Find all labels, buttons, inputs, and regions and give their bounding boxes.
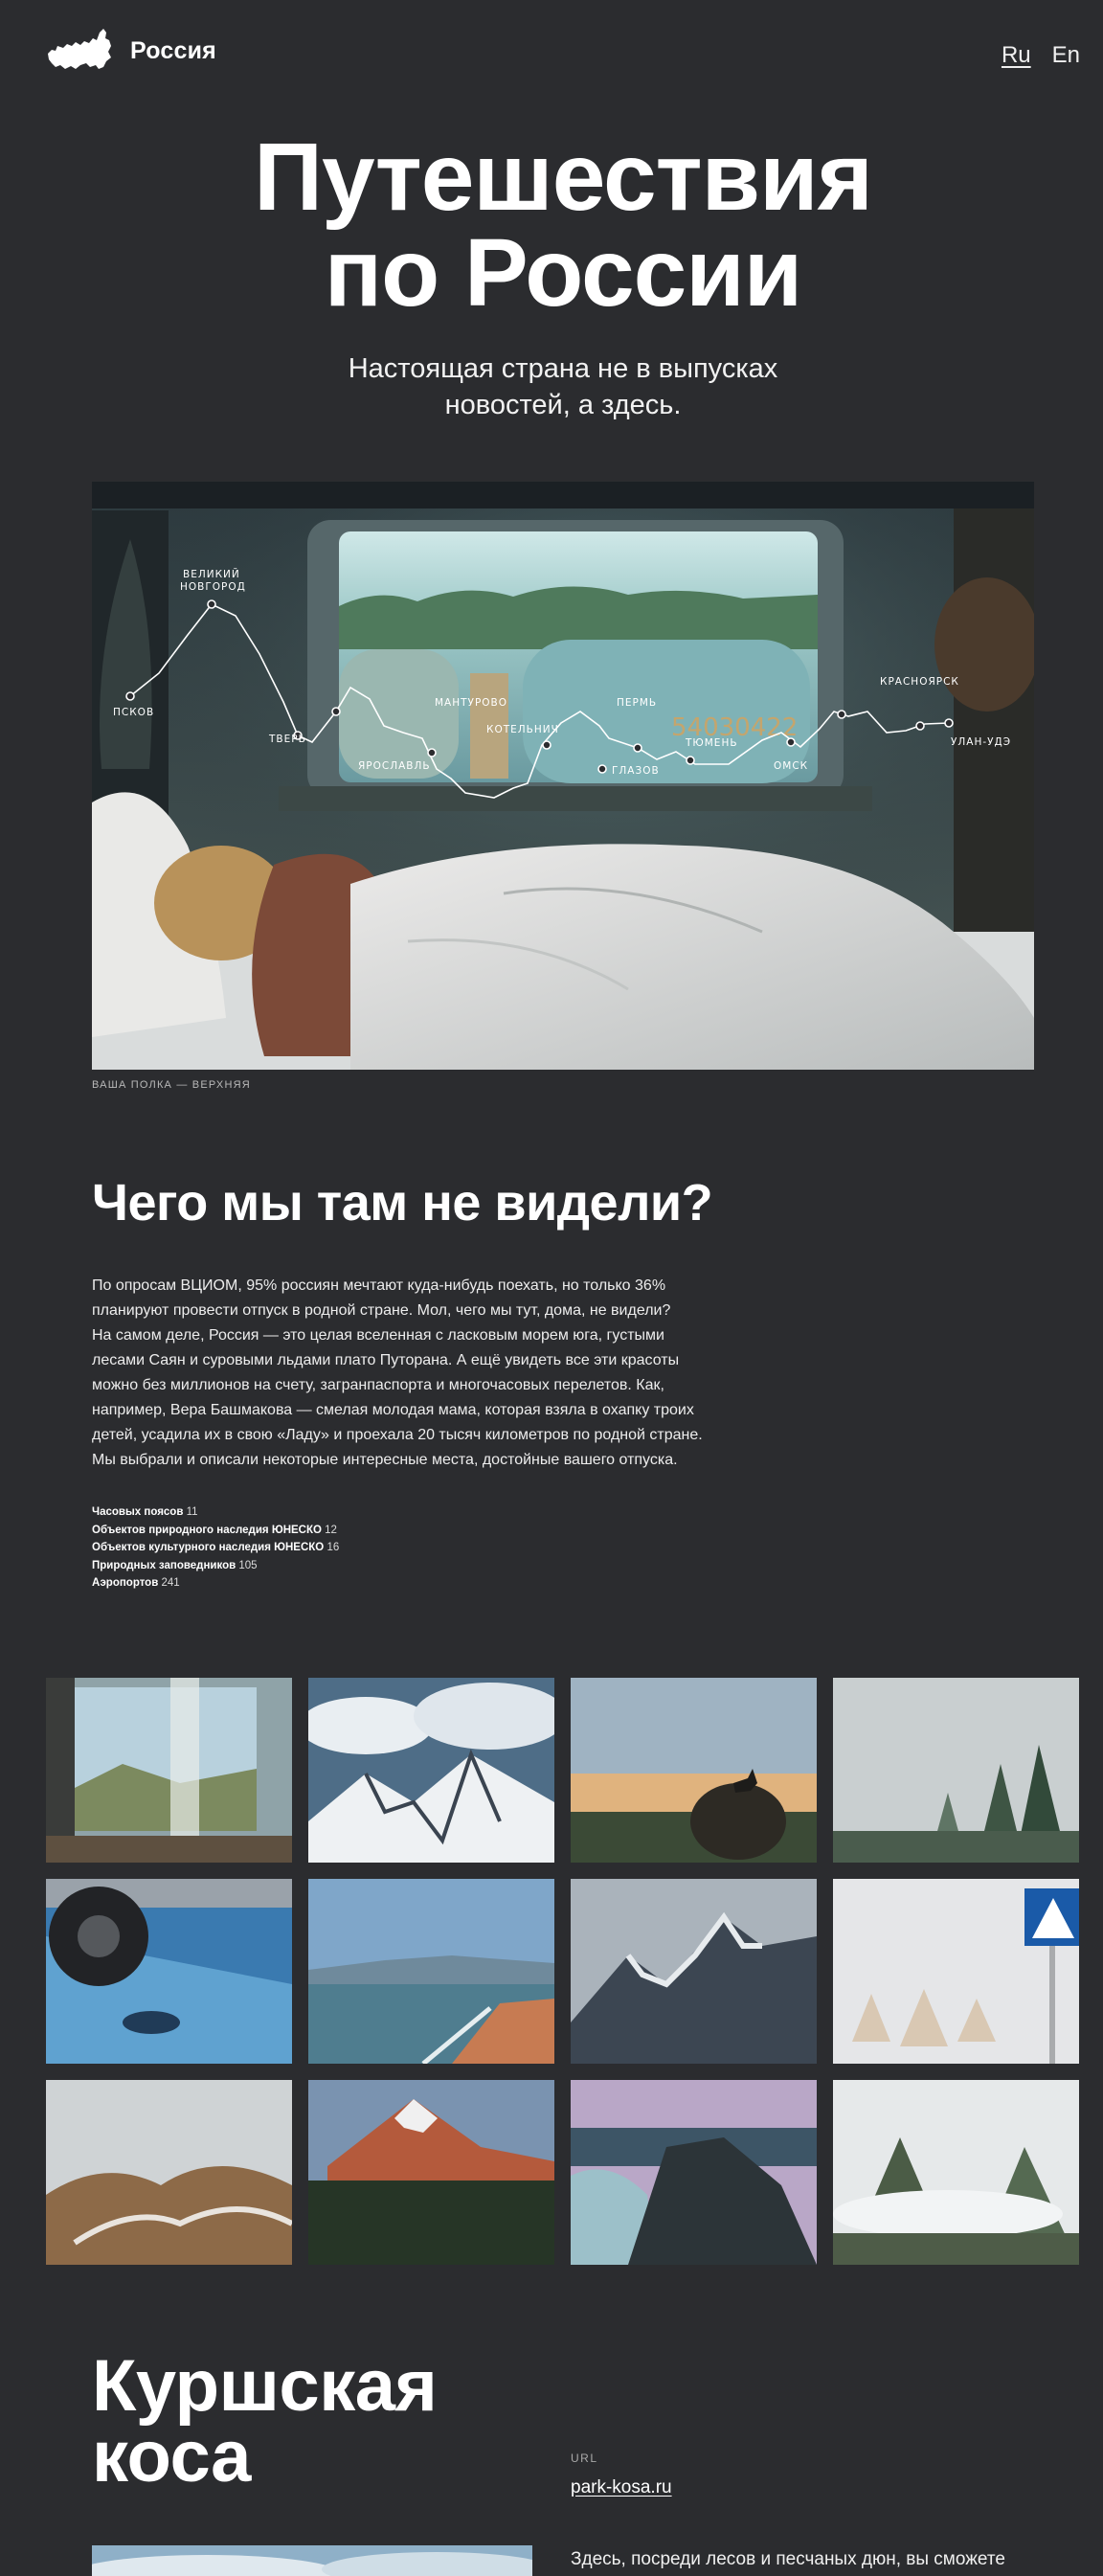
hero-photo-train-compartment: 54030422 ПСКОВ ВЕЛИКИЙ НОВГОРОД ТВЕРЬ ЯР… (92, 482, 1034, 1070)
gallery-photo-image (308, 2080, 554, 2265)
about-line: Мы выбрали и описали некоторые интересны… (92, 1452, 678, 1468)
gallery-photo-car-wheel-ice[interactable] (46, 1879, 292, 2064)
stat-item: Объектов культурного наследия ЮНЕСКО 16 (92, 1539, 339, 1557)
lang-en-link[interactable]: En (1052, 42, 1080, 69)
route-label-krasnoyarsk: КРАСНОЯРСК (880, 676, 959, 688)
route-label-glazov: ГЛАЗОВ (612, 765, 660, 777)
route-label-velikiy: ВЕЛИКИЙ (183, 568, 240, 580)
stat-label: Аэропортов (92, 1577, 159, 1589)
route-label-omsk: ОМСК (774, 760, 808, 772)
gallery-photo-crosswalk-sign[interactable] (833, 1879, 1079, 2064)
stat-item: Аэропортов 241 (92, 1574, 339, 1593)
stat-value: 241 (161, 1577, 180, 1589)
hero-title-line2: по России (324, 219, 802, 327)
gallery-photo-image (46, 2080, 292, 2265)
gallery-photo-snowy-peaks-clouds[interactable] (308, 1678, 554, 1863)
hero-photo-illustration: 54030422 ПСКОВ ВЕЛИКИЙ НОВГОРОД ТВЕРЬ ЯР… (92, 482, 1034, 1070)
about-title: Чего мы там не видели? (92, 1174, 713, 1232)
gallery-photo-image (571, 1678, 817, 1863)
about-line: например, Вера Башмакова — смелая молода… (92, 1402, 694, 1418)
gallery-photo-misty-peaks[interactable] (833, 2080, 1079, 2265)
stat-label: Часовых поясов (92, 1506, 184, 1518)
hero-photo-caption: ВАША ПОЛКА — ВЕРХНЯЯ (92, 1079, 251, 1091)
gallery-photo-volcano-sunset[interactable] (308, 2080, 554, 2265)
gallery-photo-image (571, 1879, 817, 2064)
gallery-photo-dog-on-haystack[interactable] (571, 1678, 817, 1863)
stat-item: Часовых поясов 11 (92, 1503, 339, 1522)
site-header: Россия Ru En (0, 0, 1103, 115)
gallery-photo-image (46, 1879, 292, 2064)
about-line: детей, усадила их в свою «Ладу» и проеха… (92, 1427, 703, 1443)
place-description: Здесь, посреди лесов и песчаных дюн, вы … (571, 2549, 1005, 2569)
gallery-photo-image (46, 1678, 292, 1863)
about-line: можно без миллионов на счету, загранпасп… (92, 1377, 664, 1393)
route-label-tyumen: ТЮМЕНЬ (685, 737, 738, 749)
place-title: Куршская коса (92, 2350, 438, 2494)
logo-text: Россия (130, 36, 216, 64)
about-line: На самом деле, Россия — это целая вселен… (92, 1327, 664, 1344)
gallery-photo-mountain-range[interactable] (571, 1879, 817, 2064)
lang-ru-link[interactable]: Ru (1002, 42, 1031, 69)
stats-list: Часовых поясов 11 Объектов природного на… (92, 1503, 339, 1593)
stat-label: Объектов культурного наследия ЮНЕСКО (92, 1542, 325, 1553)
gallery-photo-lake-shore[interactable] (308, 1879, 554, 2064)
stat-value: 11 (186, 1506, 198, 1518)
stat-item: Природных заповедников 105 (92, 1557, 339, 1575)
about-line: По опросам ВЦИОМ, 95% россиян мечтают ку… (92, 1277, 666, 1294)
gallery-photo-image (833, 1879, 1079, 2064)
stat-value: 16 (326, 1542, 340, 1553)
place-url-link[interactable]: park-kosa.ru (571, 2477, 672, 2498)
place-photo (92, 2545, 532, 2576)
route-label-tver: ТВЕРЬ (268, 734, 306, 745)
gallery-photo-foggy-forest[interactable] (833, 1678, 1079, 1863)
hero-subtitle-line1: Настоящая страна не в выпусках (348, 353, 778, 384)
hero-title: Путешествия по России (0, 129, 1103, 321)
language-switcher: Ru En (1002, 42, 1080, 69)
route-label-ulan-ude: УЛАН-УДЭ (951, 736, 1011, 748)
stat-item: Объектов природного наследия ЮНЕСКО 12 (92, 1522, 339, 1540)
photo-gallery (46, 1678, 1080, 2265)
gallery-photo-train-window[interactable] (46, 1678, 292, 1863)
gallery-photo-image (833, 1678, 1079, 1863)
route-label-yaroslavl: ЯРОСЛАВЛЬ (358, 760, 431, 772)
stat-label: Природных заповедников (92, 1559, 236, 1571)
gallery-photo-image (308, 1678, 554, 1863)
russia-map-icon (48, 29, 111, 69)
route-label-perm: ПЕРМЬ (617, 697, 657, 709)
gallery-photo-image (308, 1879, 554, 2064)
route-label-manturovo: МАНТУРОВО (435, 697, 507, 709)
about-paragraph: По опросам ВЦИОМ, 95% россиян мечтают ку… (92, 1274, 753, 1473)
place-title-line2: коса (92, 2416, 251, 2497)
gallery-photo-image (571, 2080, 817, 2265)
stat-label: Объектов природного наследия ЮНЕСКО (92, 1524, 322, 1536)
gallery-photo-sea-cliffs[interactable] (571, 2080, 817, 2265)
gallery-photo-image (833, 2080, 1079, 2265)
stat-value: 105 (238, 1559, 258, 1571)
route-label-novgorod: НОВГОРОД (180, 581, 246, 593)
place-title-line1: Куршская (92, 2345, 438, 2427)
route-label-kotelnich: КОТЕЛЬНИЧ (486, 724, 559, 735)
hero-title-line1: Путешествия (254, 124, 873, 231)
logo[interactable]: Россия (46, 25, 216, 77)
route-label-pskov: ПСКОВ (113, 707, 154, 718)
gallery-photo-volcanic-valley[interactable] (46, 2080, 292, 2265)
hero-subtitle-line2: новостей, а здесь. (444, 390, 682, 420)
url-label: URL (571, 2452, 598, 2465)
about-line: лесами Саян и суровыми льдами плато Путо… (92, 1352, 680, 1368)
hero-subtitle: Настоящая страна не в выпусках новостей,… (0, 350, 1103, 423)
stat-value: 12 (325, 1524, 337, 1536)
about-line: планируют провести отпуск в родной стран… (92, 1302, 671, 1319)
place-photo-image (92, 2545, 532, 2576)
